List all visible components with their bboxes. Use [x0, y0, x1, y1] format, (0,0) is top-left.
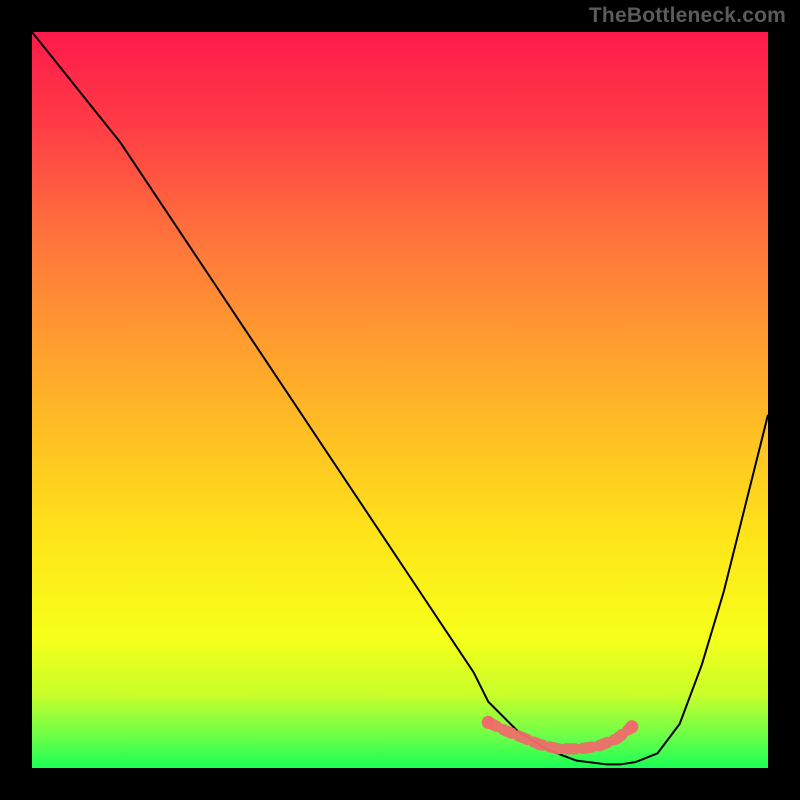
sweet-spot-endpoint — [625, 720, 638, 733]
plot-background — [32, 32, 768, 768]
attribution-text: TheBottleneck.com — [589, 4, 786, 28]
chart-container: TheBottleneck.com — [0, 0, 800, 800]
bottleneck-chart — [0, 0, 800, 800]
sweet-spot-endpoint — [482, 716, 495, 729]
